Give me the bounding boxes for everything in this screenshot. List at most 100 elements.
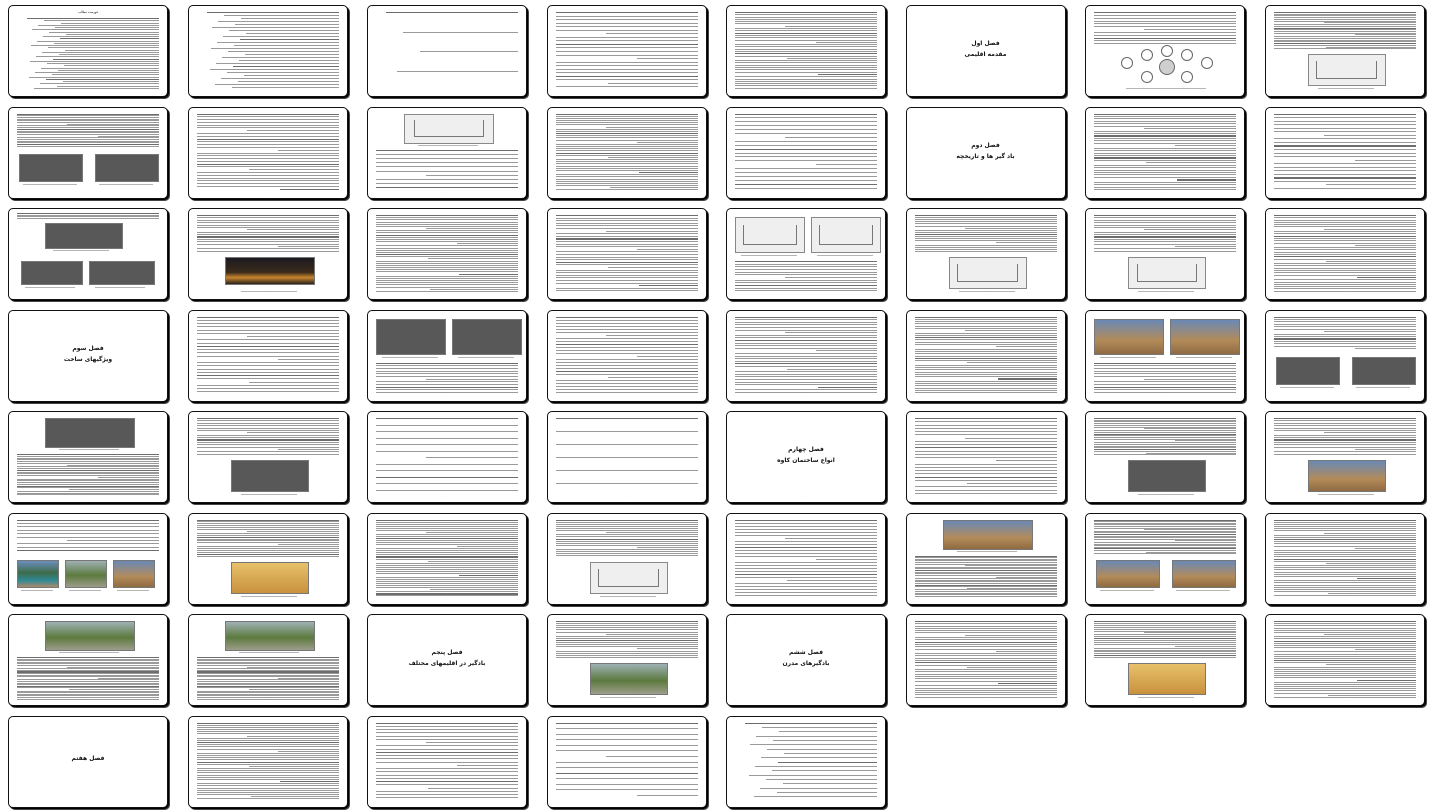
page-thumbnail[interactable]: · xyxy=(546,614,707,706)
page-thumbnail[interactable]: · xyxy=(1085,309,1245,402)
page-thumbnail[interactable]: · xyxy=(546,309,707,402)
text-line xyxy=(376,722,518,724)
page-thumbnail[interactable]: · xyxy=(1085,411,1245,503)
text-line xyxy=(196,724,339,726)
page-thumbnail[interactable]: فصل ششم بادگیرهای مدرن · xyxy=(726,614,886,706)
text-line xyxy=(966,666,1057,668)
page-thumbnail[interactable]: · xyxy=(726,106,886,199)
page-thumbnail[interactable]: · xyxy=(187,309,348,402)
text-line xyxy=(555,135,698,137)
text-line xyxy=(735,552,877,554)
page-thumbnail[interactable]: · xyxy=(367,411,527,503)
page-thumbnail[interactable]: · xyxy=(1264,106,1425,199)
page-thumbnail[interactable]: · xyxy=(546,512,707,605)
page-thumbnail[interactable]: فهرست مطالب · xyxy=(8,5,168,97)
text-line xyxy=(555,254,698,255)
page-thumbnail[interactable]: · xyxy=(187,715,348,808)
text-line xyxy=(376,470,518,471)
page-thumbnail[interactable]: · xyxy=(367,208,527,300)
page-thumbnail[interactable]: · xyxy=(8,411,168,503)
page-thumbnail[interactable]: فصل پنجم بادگیر در اقلیمهای مختلف · xyxy=(367,614,527,706)
page-thumbnail[interactable]: · xyxy=(546,106,707,199)
text-line xyxy=(376,264,518,266)
page-thumbnail[interactable]: · xyxy=(367,715,527,808)
page-thumbnail[interactable]: · xyxy=(187,411,348,503)
page-thumbnail[interactable]: · xyxy=(1264,309,1425,402)
text-line xyxy=(222,36,339,37)
page-thumbnail[interactable]: · xyxy=(8,106,168,199)
page-thumbnail[interactable]: · xyxy=(187,614,348,706)
page-thumbnail[interactable]: · xyxy=(1085,512,1245,605)
page-thumbnail[interactable]: · xyxy=(1085,614,1245,706)
page-thumbnail[interactable]: · xyxy=(367,106,527,199)
text-line xyxy=(735,591,877,593)
text-line xyxy=(555,640,698,642)
page-thumbnail[interactable]: · xyxy=(367,309,527,402)
text-line xyxy=(1094,224,1236,226)
page-thumbnail[interactable]: · xyxy=(187,512,348,605)
page-thumbnail[interactable]: · xyxy=(1264,411,1425,503)
text-line xyxy=(376,245,518,247)
text-line xyxy=(735,582,877,584)
text-line xyxy=(1094,651,1236,653)
text-line xyxy=(196,451,339,453)
page-thumbnail[interactable]: · xyxy=(1264,5,1425,97)
page-thumbnail[interactable]: · xyxy=(546,5,707,97)
page-thumbnail[interactable]: · xyxy=(1264,208,1425,300)
page-thumbnail[interactable]: · xyxy=(546,715,707,808)
text-line xyxy=(196,238,339,240)
page-thumbnail[interactable]: · xyxy=(905,512,1066,605)
page-thumbnail[interactable]: · xyxy=(726,5,886,97)
text-line xyxy=(1094,389,1236,391)
text-line xyxy=(1094,375,1236,377)
page-thumbnail[interactable]: فصل چهارم انواع ساختمان کاوه · xyxy=(726,411,886,503)
page-thumbnail[interactable]: · xyxy=(726,208,886,300)
page-thumbnail[interactable]: · xyxy=(726,512,886,605)
text-line xyxy=(376,166,518,168)
text-line xyxy=(555,159,698,160)
text-line xyxy=(1273,221,1416,223)
page-thumbnail[interactable]: · xyxy=(8,208,168,300)
page-thumbnail[interactable]: · xyxy=(1264,614,1425,706)
text-line xyxy=(196,144,339,146)
text-line xyxy=(376,362,518,364)
page-thumbnail[interactable]: · xyxy=(1085,208,1245,300)
page-thumbnail[interactable]: · xyxy=(546,208,707,300)
page-thumbnail[interactable]: فصل هفتم · xyxy=(8,715,168,808)
text-line xyxy=(914,223,1057,225)
page-thumbnail[interactable]: · xyxy=(8,614,168,706)
page-thumbnail[interactable]: · xyxy=(367,5,527,97)
page-thumbnail[interactable]: · xyxy=(905,614,1066,706)
page-thumbnail[interactable]: · xyxy=(905,411,1066,503)
page-thumbnail[interactable]: · xyxy=(1264,512,1425,605)
page-thumbnail[interactable]: · xyxy=(187,5,348,97)
page-thumbnail[interactable]: · xyxy=(726,309,886,402)
text-line xyxy=(735,269,877,270)
text-line xyxy=(1273,127,1416,129)
page-thumbnail[interactable]: · xyxy=(726,715,886,808)
page-thumbnail[interactable]: · xyxy=(1085,5,1245,97)
page-number: · xyxy=(985,292,986,296)
page-thumbnail[interactable]: · xyxy=(187,208,348,300)
text-line xyxy=(1273,251,1416,253)
text-line xyxy=(555,86,698,88)
page-thumbnail[interactable]: · xyxy=(8,512,168,605)
page-thumbnail[interactable]: فصل سوم ویژگیهای ساخت · xyxy=(8,309,168,402)
figure-caption xyxy=(53,250,109,251)
page-thumbnail[interactable]: · xyxy=(905,309,1066,402)
figure-image xyxy=(589,663,668,695)
page-thumbnail[interactable]: فصل دوم باد گیر ها و تاریخچه · xyxy=(905,106,1066,199)
page-thumbnail[interactable]: · xyxy=(905,208,1066,300)
page-thumbnail[interactable]: · xyxy=(187,106,348,199)
figure-image xyxy=(113,559,155,588)
page-thumbnail[interactable]: · xyxy=(367,512,527,605)
text-line xyxy=(555,483,698,484)
page-thumbnail[interactable]: · xyxy=(1085,106,1245,199)
page-thumbnail[interactable]: · xyxy=(546,411,707,503)
page-thumbnail[interactable]: فصل اول مقدمه اقلیمی · xyxy=(905,5,1066,97)
text-line xyxy=(196,155,339,157)
text-line xyxy=(196,226,339,228)
text-line xyxy=(52,74,159,76)
text-line xyxy=(735,549,877,551)
text-line xyxy=(555,180,698,182)
